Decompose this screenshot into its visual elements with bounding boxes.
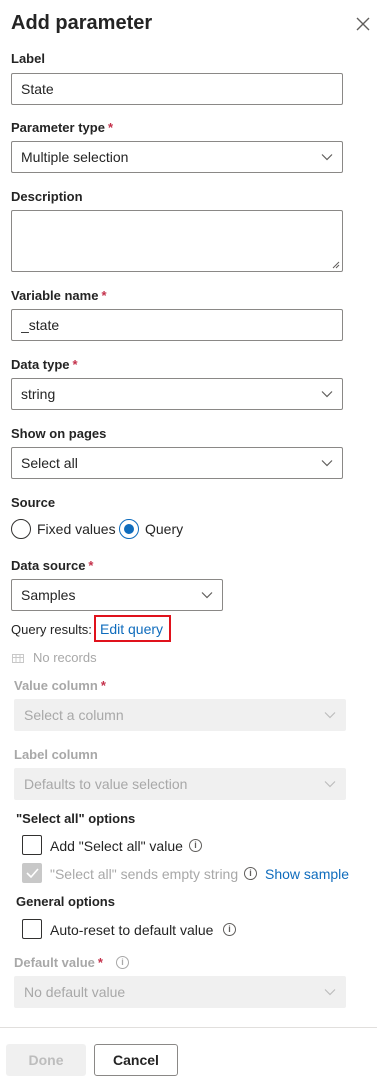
auto-reset-label[interactable]: Auto-reset to default value bbox=[50, 922, 213, 938]
default-value-label: Default value * bbox=[14, 955, 103, 970]
show-on-pages-dropdown[interactable]: Select all bbox=[11, 447, 343, 479]
info-icon[interactable]: i bbox=[116, 956, 129, 969]
resize-grip-icon[interactable] bbox=[332, 261, 340, 269]
info-icon[interactable]: i bbox=[189, 839, 202, 852]
query-results-label: Query results: bbox=[11, 622, 92, 637]
chevron-down-icon bbox=[321, 460, 333, 467]
data-source-dropdown[interactable]: Samples bbox=[11, 579, 223, 611]
info-icon[interactable]: i bbox=[223, 923, 236, 936]
data-type-label: Data type * bbox=[11, 357, 78, 372]
value-column-label: Value column * bbox=[14, 678, 106, 693]
show-on-pages-label: Show on pages bbox=[11, 426, 107, 441]
default-value-dropdown[interactable]: No default value bbox=[14, 976, 346, 1008]
value-column-dropdown[interactable]: Select a column bbox=[14, 699, 346, 731]
description-label: Description bbox=[11, 189, 83, 204]
label-input[interactable]: State bbox=[11, 73, 343, 105]
chevron-down-icon bbox=[201, 592, 213, 599]
label-column-dropdown[interactable]: Defaults to value selection bbox=[14, 768, 346, 800]
select-all-options-heading: "Select all" options bbox=[16, 811, 136, 826]
cancel-button[interactable]: Cancel bbox=[94, 1044, 178, 1076]
sends-empty-string-checkbox[interactable] bbox=[22, 863, 42, 883]
show-sample-link[interactable]: Show sample bbox=[265, 866, 349, 882]
footer-divider bbox=[0, 1027, 377, 1028]
parameter-type-label: Parameter type * bbox=[11, 120, 114, 135]
sends-empty-string-label: "Select all" sends empty string bbox=[50, 866, 239, 882]
chevron-down-icon bbox=[324, 781, 336, 788]
radio-fixed-values-label[interactable]: Fixed values bbox=[37, 521, 116, 537]
info-icon[interactable]: i bbox=[244, 867, 257, 880]
chevron-down-icon bbox=[324, 989, 336, 996]
label-field-label: Label bbox=[11, 51, 45, 66]
label-column-label: Label column bbox=[14, 747, 98, 762]
chevron-down-icon bbox=[321, 154, 333, 161]
chevron-down-icon bbox=[324, 712, 336, 719]
auto-reset-checkbox[interactable] bbox=[22, 919, 42, 939]
description-textarea[interactable] bbox=[11, 210, 343, 272]
general-options-heading: General options bbox=[16, 894, 115, 909]
done-button[interactable]: Done bbox=[6, 1044, 86, 1076]
variable-name-input[interactable]: _state bbox=[11, 309, 343, 341]
no-records-text: No records bbox=[33, 650, 97, 665]
table-icon bbox=[12, 650, 24, 668]
add-select-all-label[interactable]: Add "Select all" value bbox=[50, 838, 183, 854]
data-type-dropdown[interactable]: string bbox=[11, 378, 343, 410]
panel-title: Add parameter bbox=[11, 12, 153, 34]
edit-query-link[interactable]: Edit query bbox=[100, 621, 163, 637]
parameter-type-dropdown[interactable]: Multiple selection bbox=[11, 141, 343, 173]
close-icon[interactable] bbox=[353, 14, 373, 34]
radio-fixed-values[interactable] bbox=[11, 519, 31, 539]
radio-query-label[interactable]: Query bbox=[145, 521, 183, 537]
radio-query[interactable] bbox=[119, 519, 139, 539]
source-label: Source bbox=[11, 495, 56, 510]
data-source-label: Data source * bbox=[11, 558, 94, 573]
add-select-all-checkbox[interactable] bbox=[22, 835, 42, 855]
chevron-down-icon bbox=[321, 391, 333, 398]
variable-name-label: Variable name * bbox=[11, 288, 107, 303]
